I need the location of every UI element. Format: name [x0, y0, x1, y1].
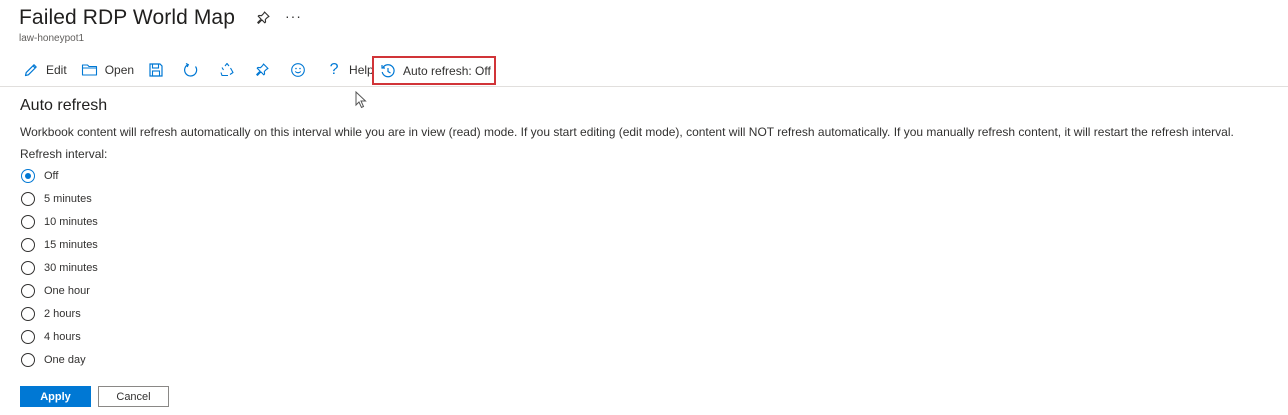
radio-option-2-hours[interactable]: 2 hours	[21, 302, 98, 325]
cancel-button[interactable]: Cancel	[98, 386, 169, 407]
refresh-interval-radio-group: Off 5 minutes 10 minutes 15 minutes 30 m…	[21, 164, 98, 371]
radio-option-30-minutes[interactable]: 30 minutes	[21, 256, 98, 279]
radio-button[interactable]	[21, 191, 35, 206]
radio-button[interactable]	[21, 352, 35, 367]
radio-option-off[interactable]: Off	[21, 164, 98, 187]
refresh-interval-label: Refresh interval:	[20, 147, 108, 161]
pin-icon	[253, 61, 271, 79]
radio-label: One hour	[44, 284, 90, 297]
resource-subtitle: law-honeypot1	[19, 33, 85, 44]
workbook-page: Failed RDP World Map ··· law-honeypot1 E…	[0, 0, 1288, 415]
more-options-button[interactable]: ···	[285, 9, 302, 23]
title-row: Failed RDP World Map ···	[19, 6, 302, 30]
save-button[interactable]	[147, 56, 165, 84]
radio-label: 5 minutes	[44, 192, 92, 205]
refresh-icon	[182, 61, 200, 79]
radio-option-one-hour[interactable]: One hour	[21, 279, 98, 302]
edit-button[interactable]: Edit	[22, 56, 67, 84]
radio-label: 4 hours	[44, 330, 81, 343]
radio-label: 15 minutes	[44, 238, 98, 251]
radio-button[interactable]	[21, 237, 35, 252]
reset-button[interactable]	[218, 56, 236, 84]
radio-label: Off	[44, 169, 59, 182]
folder-open-icon	[81, 61, 99, 79]
open-button[interactable]: Open	[81, 56, 134, 84]
help-icon: ?	[329, 61, 339, 78]
edit-icon	[22, 61, 40, 79]
open-label: Open	[104, 63, 135, 77]
radio-button[interactable]	[21, 214, 35, 229]
radio-option-4-hours[interactable]: 4 hours	[21, 325, 98, 348]
radio-button[interactable]	[21, 168, 35, 183]
mouse-cursor-icon	[355, 90, 367, 114]
toolbar-divider	[0, 86, 1288, 87]
pin-icon[interactable]	[255, 10, 271, 26]
refresh-button[interactable]	[182, 56, 200, 84]
save-icon	[147, 61, 165, 79]
radio-button[interactable]	[21, 283, 35, 298]
page-title: Failed RDP World Map	[19, 6, 235, 29]
radio-option-15-minutes[interactable]: 15 minutes	[21, 233, 98, 256]
edit-label: Edit	[46, 63, 67, 77]
clock-history-icon	[379, 62, 397, 80]
help-button[interactable]: ? Help	[325, 56, 374, 84]
radio-option-10-minutes[interactable]: 10 minutes	[21, 210, 98, 233]
auto-refresh-button[interactable]: Auto refresh: Off	[372, 56, 496, 85]
auto-refresh-label: Auto refresh: Off	[403, 63, 491, 78]
radio-button[interactable]	[21, 260, 35, 275]
toolbar: Edit Open ? Help	[22, 56, 374, 84]
apply-button[interactable]: Apply	[20, 386, 91, 407]
panel-title: Auto refresh	[20, 97, 108, 114]
feedback-button[interactable]	[289, 56, 307, 84]
radio-button[interactable]	[21, 306, 35, 321]
help-label: Help	[349, 63, 374, 77]
radio-label: One day	[44, 353, 86, 366]
panel-description: Workbook content will refresh automatica…	[20, 125, 1234, 139]
radio-label: 2 hours	[44, 307, 81, 320]
recycle-icon	[218, 61, 236, 79]
radio-label: 10 minutes	[44, 215, 98, 228]
radio-option-one-day[interactable]: One day	[21, 348, 98, 371]
radio-option-5-minutes[interactable]: 5 minutes	[21, 187, 98, 210]
panel-actions: Apply Cancel	[20, 386, 169, 407]
pin-button[interactable]	[253, 56, 271, 84]
smiley-feedback-icon	[289, 61, 307, 79]
radio-label: 30 minutes	[44, 261, 98, 274]
radio-button[interactable]	[21, 329, 35, 344]
